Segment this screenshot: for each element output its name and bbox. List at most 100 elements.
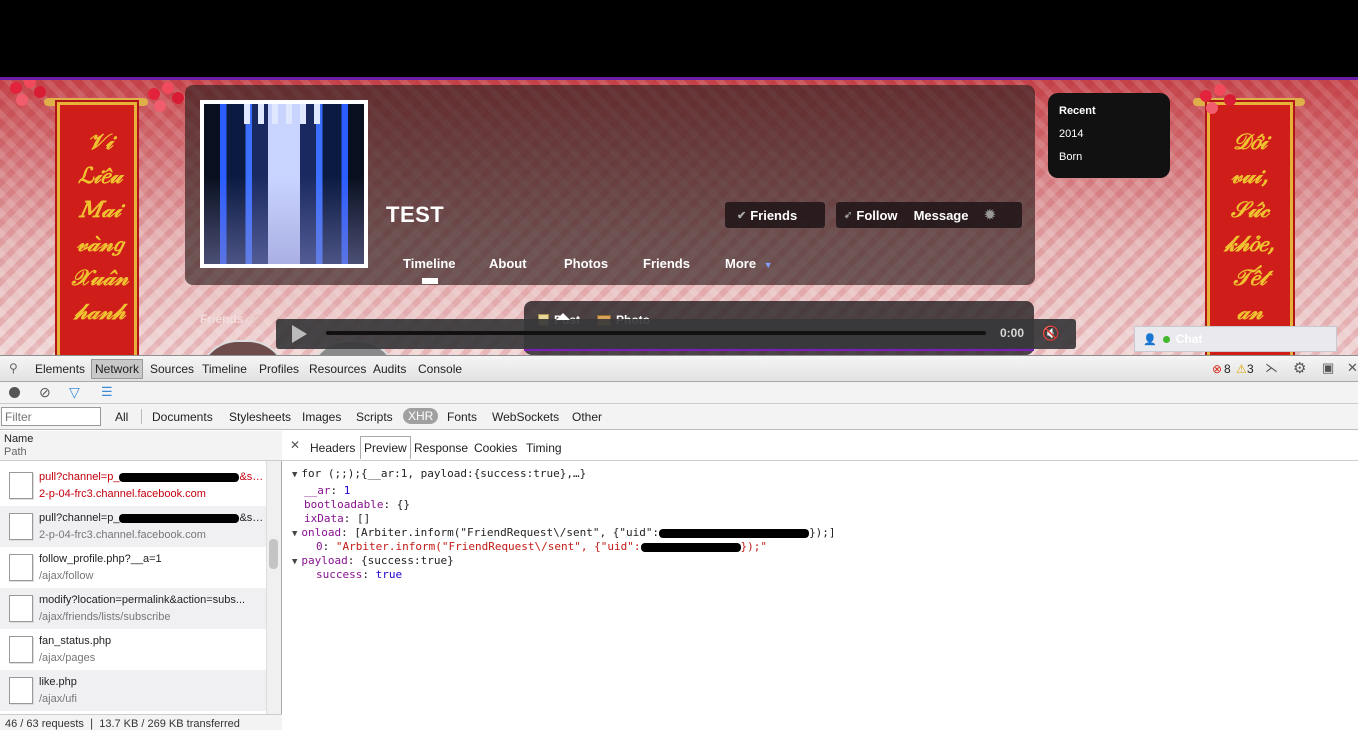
filter-bar: All Documents Stylesheets Images Scripts…	[0, 404, 1358, 430]
filter-xhr[interactable]: XHR	[403, 408, 439, 424]
tab-more-label: More	[725, 256, 757, 271]
chat-bar[interactable]: 👤 Chat	[1134, 326, 1337, 352]
filter-input[interactable]	[1, 407, 101, 426]
panel-audits[interactable]: Audits	[373, 362, 406, 376]
panel-console[interactable]: Console	[418, 362, 462, 376]
filter-stylesheets[interactable]: Stylesheets	[229, 410, 291, 424]
page-title[interactable]: TEST	[386, 202, 444, 228]
tab-about[interactable]: About	[489, 256, 527, 271]
scrollbar-thumb[interactable]	[269, 539, 278, 569]
panel-resources[interactable]: Resources	[309, 362, 366, 376]
tab-headers[interactable]: Headers	[310, 441, 355, 455]
json-row[interactable]: ▼ onload: [Arbiter.inform("FriendRequest\…	[292, 526, 836, 541]
request-name: fan_status.php	[39, 635, 112, 647]
timeline-nav-year[interactable]: 2014	[1059, 128, 1159, 151]
filter-other[interactable]: Other	[572, 410, 602, 424]
close-icon[interactable]: ✕	[1347, 360, 1358, 376]
cover-scroll-left: 𝒱𝒾 ℒ𝒾𝑒̂𝓊 𝑀𝒶𝒾 𝓋𝒶̀𝓃𝑔 𝒳𝓊𝒶̂𝓃 𝒽𝒶𝓃𝒽	[57, 102, 137, 355]
follow-button[interactable]: Follow	[856, 208, 897, 223]
request-row[interactable]: modify?location=permalink&action=subs...…	[0, 588, 266, 629]
calligraphy-right: 𝒟𝑜̛́𝒾 𝓋𝓊𝒾, 𝒮𝓊̛́𝒸 𝓀𝒽𝑜̉𝑒, 𝒯𝑒̂́𝓉 𝒶𝓃	[1224, 129, 1276, 325]
filter-documents[interactable]: Documents	[152, 410, 213, 424]
seek-bar[interactable]	[326, 331, 986, 335]
play-icon[interactable]	[292, 325, 307, 343]
ceiling-lights	[244, 104, 324, 124]
filter-scripts[interactable]: Scripts	[356, 410, 393, 424]
warning-count[interactable]: 3	[1247, 362, 1254, 376]
error-count[interactable]: 8	[1224, 362, 1231, 376]
mute-icon[interactable]: 🔇	[1042, 325, 1059, 342]
request-name-prefix: pull?channel=p_	[39, 512, 120, 524]
request-row[interactable]: pull?channel=p_ &seq=... 2-p-04-frc3.chan…	[0, 465, 266, 506]
filter-fonts[interactable]: Fonts	[447, 410, 477, 424]
panel-elements[interactable]: Elements	[35, 362, 85, 376]
json-value: {}	[396, 498, 410, 511]
json-key: onload	[301, 526, 342, 539]
request-list-header[interactable]: Name Path	[0, 431, 282, 461]
tab-timeline[interactable]: Timeline	[403, 256, 456, 271]
json-row: __ar: 1	[304, 484, 351, 497]
file-icon	[9, 554, 33, 581]
request-row[interactable]: pull?channel=p_ &seq=... 2-p-04-frc3.chan…	[0, 506, 266, 547]
redaction	[119, 472, 240, 482]
tab-preview[interactable]: Preview	[360, 436, 411, 459]
request-row[interactable]: like.php /ajax/ufi	[0, 670, 266, 711]
timeline-nav-born[interactable]: Born	[1059, 151, 1159, 174]
tab-photos[interactable]: Photos	[564, 256, 608, 271]
network-toolbar: ⊘ ▽ ☰	[0, 382, 1358, 404]
expand-triangle-icon: ▼	[292, 470, 298, 480]
tab-more[interactable]: More ▼	[725, 256, 773, 271]
json-key: success	[316, 568, 363, 581]
dock-icon[interactable]: ▣	[1322, 360, 1334, 376]
filter-websockets[interactable]: WebSockets	[492, 410, 559, 424]
list-view-icon[interactable]: ☰	[101, 384, 113, 400]
search-icon[interactable]: ⚲	[9, 361, 18, 375]
error-icon[interactable]: ⊗	[1212, 362, 1222, 376]
panel-timeline[interactable]: Timeline	[202, 362, 247, 376]
request-row[interactable]: fan_status.php /ajax/pages	[0, 629, 266, 670]
panel-sources[interactable]: Sources	[150, 362, 194, 376]
json-value: true	[375, 568, 403, 581]
json-value: [Arbiter.inform("FriendRequest\/sent", {…	[354, 526, 660, 539]
json-root[interactable]: ▼ for (;;);{__ar:1, payload:{success:true…	[292, 467, 586, 482]
close-icon[interactable]: ✕	[290, 438, 300, 452]
request-name: like.php	[39, 676, 77, 688]
panel-profiles[interactable]: Profiles	[259, 362, 299, 376]
chevron-down-icon: ▼	[763, 260, 773, 270]
json-row[interactable]: ▼ payload: {success:true}	[292, 554, 454, 569]
filter-images[interactable]: Images	[302, 410, 341, 424]
tab-friends[interactable]: Friends	[643, 256, 690, 271]
tab-timing[interactable]: Timing	[526, 441, 562, 455]
record-icon[interactable]	[9, 387, 20, 398]
request-path: /ajax/follow	[39, 570, 94, 582]
gear-icon[interactable]: ✹	[984, 207, 995, 223]
tab-response[interactable]: Response	[414, 441, 468, 455]
message-button[interactable]: Message	[914, 208, 969, 223]
filter-all[interactable]: All	[115, 410, 128, 424]
request-row[interactable]: follow_profile.php?__a=1 /ajax/follow	[0, 547, 266, 588]
timeline-nav-recent[interactable]: Recent	[1059, 105, 1159, 128]
profile-picture[interactable]	[200, 100, 368, 268]
friends-button[interactable]: ✔ Friends	[725, 202, 825, 228]
network-status: 46 / 63 requests ❘ 13.7 KB / 269 KB tran…	[0, 714, 282, 730]
expand-triangle-icon: ▼	[292, 557, 298, 567]
json-root-text: for (;;);{__ar:1, payload:{success:true}…	[301, 467, 587, 480]
column-name: Name	[4, 433, 34, 445]
warning-icon[interactable]: ⚠	[1236, 362, 1247, 376]
redacted-header-bar	[0, 0, 1358, 80]
redaction	[640, 542, 741, 552]
request-name-suffix: &seq=...	[239, 512, 264, 524]
gear-icon[interactable]: ⚙	[1293, 359, 1306, 377]
friends-section-label[interactable]: Friends · 2	[200, 312, 261, 326]
drawer-toggle-icon[interactable]: ⋋	[1265, 360, 1278, 376]
json-value: });]	[809, 526, 836, 539]
panel-network[interactable]: Network	[91, 359, 144, 379]
tab-cookies[interactable]: Cookies	[474, 441, 517, 455]
filter-icon[interactable]: ▽	[69, 384, 80, 401]
json-row: ixData: []	[304, 512, 371, 525]
json-row: 0: "Arbiter.inform("FriendRequest\/sent"…	[316, 540, 768, 553]
request-path: /ajax/friends/lists/subscribe	[39, 611, 171, 623]
datacenter-photo	[204, 104, 364, 264]
clear-icon[interactable]: ⊘	[39, 384, 51, 401]
request-list-scrollbar[interactable]	[266, 461, 281, 714]
